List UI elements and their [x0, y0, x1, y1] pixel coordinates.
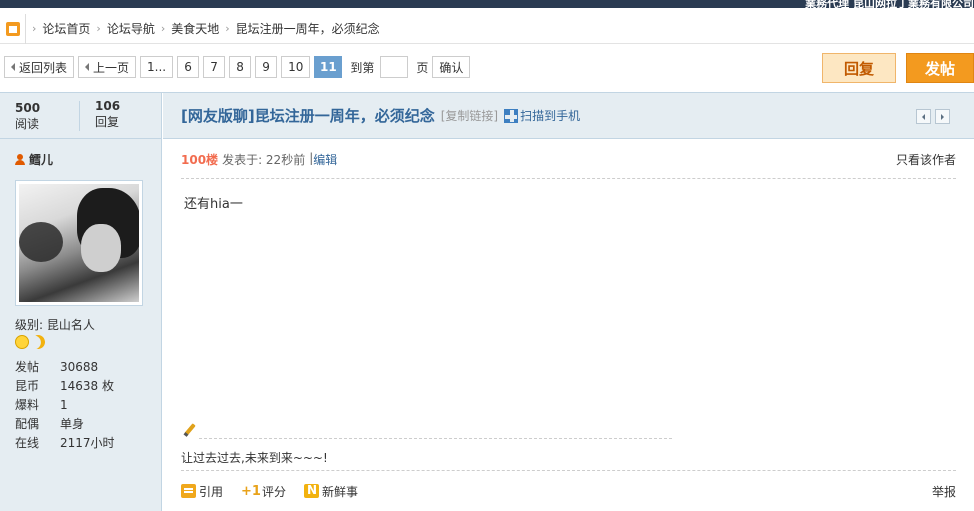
avatar[interactable] [15, 180, 143, 306]
only-author-link[interactable]: 只看该作者 [896, 151, 956, 168]
page-unit-label: 页 [416, 60, 429, 75]
scan-to-phone-link[interactable]: 扫描到手机 [520, 107, 580, 124]
goto-label: 到第 [350, 60, 375, 75]
top-banner-strip: 業務代理 昆山网拉丁業務有限公司 [0, 0, 974, 8]
confirm-page-button[interactable]: 确认 [432, 56, 471, 78]
signature: 让过去过去,未来到来~~~! [181, 451, 328, 465]
level-badges [15, 335, 161, 349]
chevron-right-icon: › [160, 22, 166, 35]
thread-title-bar: [网友版聊]昆坛注册一周年，必须纪念 [复制链接] 扫描到手机 [163, 93, 974, 139]
author-stat-row: 配偶 单身 [15, 417, 85, 431]
breadcrumb-forum-nav[interactable]: 论坛导航 [107, 20, 155, 37]
floor-number[interactable]: 100楼 [181, 151, 218, 168]
page-10-button[interactable]: 10 [281, 56, 311, 78]
post-header: 100楼 发表于: 22秒前 | 编辑 只看该作者 [181, 151, 956, 179]
author-stats: 发帖 30688 昆币 14638 枚 爆料 1 配偶 单身 在线 2117小时 [15, 357, 161, 452]
page-9-button[interactable]: 9 [255, 56, 278, 78]
top-banner-text: 業務代理 昆山网拉丁業務有限公司 [805, 0, 974, 8]
chevron-right-icon: › [225, 22, 230, 35]
next-thread-icon[interactable] [935, 109, 950, 124]
page-7-button[interactable]: 7 [203, 56, 226, 78]
post-time: 发表于: 22秒前 [222, 153, 306, 167]
chevron-left-icon [11, 63, 15, 71]
quote-icon [181, 484, 196, 498]
moon-icon [29, 333, 47, 351]
user-icon [15, 154, 25, 165]
post-actions: 引用 +1 评分 新鲜事 举报 [181, 470, 956, 511]
author-info: 鳕儿 级别: 昆山名人 发帖 30688 昆币 14638 枚 爆料 1 配偶 … [0, 139, 161, 452]
report-link[interactable]: 举报 [932, 483, 956, 500]
pagination: 返回列表 上一页 1... 6 7 8 9 10 11 到第 页 确认 [0, 56, 471, 78]
current-page: 11 [314, 56, 343, 78]
chevron-right-icon: › [32, 22, 37, 35]
reply-button[interactable]: 回复 [822, 53, 896, 83]
thread-title[interactable]: [网友版聊]昆坛注册一周年，必须纪念 [181, 105, 435, 126]
signature-divider [199, 438, 672, 439]
pencil-icon [183, 423, 197, 437]
replies-stat: 106 回复 [80, 93, 161, 138]
fresh-news-icon [304, 483, 320, 498]
quote-button[interactable]: 引用 [181, 483, 223, 500]
replies-count: 106 [95, 99, 121, 113]
views-label: 阅读 [15, 117, 40, 131]
author-stat-row: 昆币 14638 枚 [15, 379, 114, 393]
author-level: 级别: 昆山名人 [15, 318, 95, 332]
author-stat-row: 爆料 1 [15, 397, 68, 413]
prev-thread-icon[interactable] [916, 109, 931, 124]
post-main: [网友版聊]昆坛注册一周年，必须纪念 [复制链接] 扫描到手机 100楼 发表于… [163, 93, 974, 511]
breadcrumb: › 论坛首页 › 论坛导航 › 美食天地 › 昆坛注册一周年，必须纪念 [0, 13, 974, 44]
chevron-left-icon [85, 63, 90, 71]
prev-page-button[interactable]: 上一页 [78, 56, 137, 78]
breadcrumb-thread[interactable]: 昆坛注册一周年，必须纪念 [236, 20, 380, 37]
thread-container: 500 阅读 106 回复 鳕儿 级别: 昆山名人 发帖 30688 昆币 14… [0, 92, 974, 511]
plus-one-icon: +1 [241, 484, 261, 499]
post-content: 还有hia一 [184, 197, 243, 212]
breadcrumb-food[interactable]: 美食天地 [171, 20, 219, 37]
back-to-list-button[interactable]: 返回列表 [4, 56, 75, 78]
home-icon[interactable] [0, 13, 26, 44]
author-sidebar: 500 阅读 106 回复 鳕儿 级别: 昆山名人 发帖 30688 昆币 14… [0, 93, 162, 511]
thread-stats: 500 阅读 106 回复 [0, 93, 161, 139]
replies-label: 回复 [95, 115, 120, 129]
author-stat-row: 在线 2117小时 [15, 436, 115, 450]
page-6-button[interactable]: 6 [177, 56, 200, 78]
new-post-button[interactable]: 发帖 [906, 53, 974, 83]
copy-link-button[interactable]: [复制链接] [441, 107, 498, 124]
fresh-news-button[interactable]: 新鲜事 [304, 483, 358, 500]
views-count: 500 [15, 101, 41, 115]
breadcrumb-forum-home[interactable]: 论坛首页 [42, 20, 90, 37]
views-stat: 500 阅读 [0, 101, 80, 131]
smiley-icon [15, 335, 29, 349]
thread-nav [916, 109, 950, 124]
page-8-button[interactable]: 8 [229, 56, 252, 78]
page-number-input[interactable] [380, 56, 409, 78]
author-stat-row: 发帖 30688 [15, 359, 99, 375]
author-name[interactable]: 鳕儿 [15, 151, 161, 168]
qr-code-icon[interactable] [504, 108, 519, 123]
edit-link[interactable]: 编辑 [313, 151, 337, 168]
page-first-button[interactable]: 1... [140, 56, 174, 78]
chevron-right-icon: › [96, 22, 101, 35]
rate-button[interactable]: +1 评分 [241, 483, 286, 500]
